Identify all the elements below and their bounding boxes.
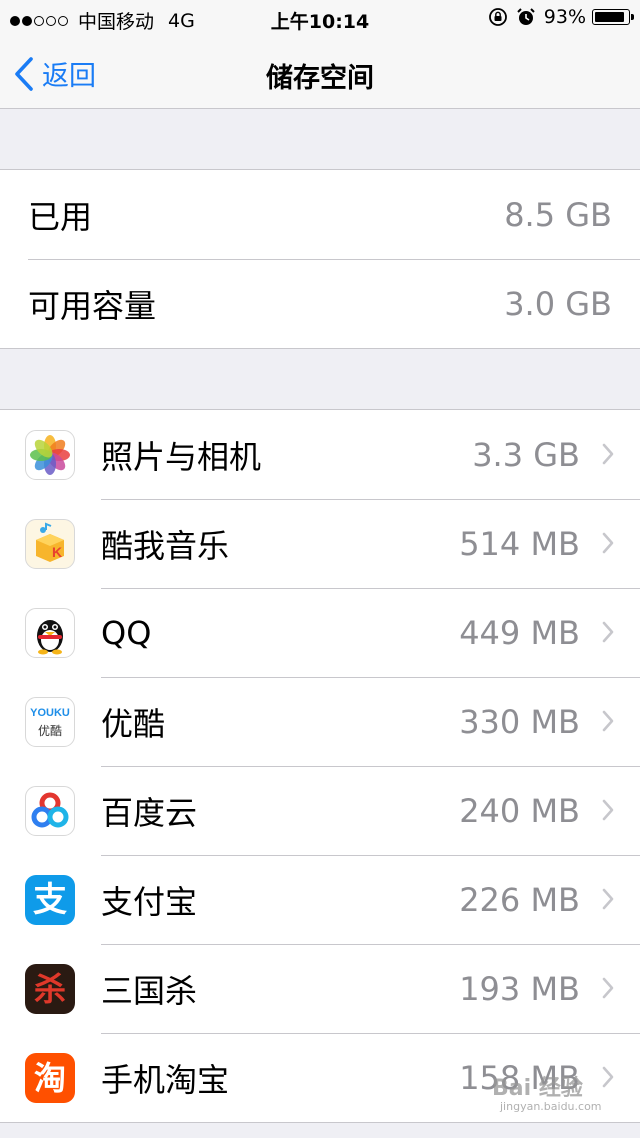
app-storage-list: 照片与相机 3.3 GB K 酷我音乐 514 MB QQ 449 MB YOU… <box>0 409 640 1123</box>
youku-icon-text-top: YOUKU <box>30 706 70 719</box>
baidu-cloud-icon <box>25 785 75 836</box>
status-bar: 中国移动 4G 上午10:14 93% <box>0 0 640 40</box>
app-size: 193 MB <box>459 969 580 1008</box>
app-size: 3.3 GB <box>472 435 580 474</box>
app-size: 240 MB <box>459 791 580 830</box>
app-row-youku[interactable]: YOUKU 优酷 优酷 330 MB <box>0 677 640 766</box>
qq-penguin-icon <box>25 607 75 658</box>
youku-icon: YOUKU 优酷 <box>25 696 75 747</box>
available-label: 可用容量 <box>28 286 157 325</box>
app-name: 手机淘宝 <box>101 1060 230 1099</box>
used-label: 已用 <box>28 197 93 236</box>
app-name: 支付宝 <box>101 882 198 921</box>
app-row-baidu-cloud[interactable]: 百度云 240 MB <box>0 766 640 855</box>
youku-icon-text-bottom: 优酷 <box>37 723 62 738</box>
app-row-kuwo[interactable]: K 酷我音乐 514 MB <box>0 499 640 588</box>
app-row-photos[interactable]: 照片与相机 3.3 GB <box>0 410 640 499</box>
app-name: 百度云 <box>101 793 198 832</box>
summary-row-available: 可用容量 3.0 GB <box>0 259 640 348</box>
app-row-alipay[interactable]: 支 支付宝 226 MB <box>0 855 640 944</box>
photos-icon <box>25 429 75 480</box>
battery-percent: 93% <box>543 6 586 28</box>
battery-fill <box>595 12 624 22</box>
chevron-right-icon <box>602 532 614 554</box>
used-value: 8.5 GB <box>504 195 612 234</box>
sanguosha-icon-text: 杀 <box>33 969 66 1008</box>
alipay-icon-text: 支 <box>33 879 67 920</box>
alipay-icon: 支 <box>25 874 75 925</box>
app-size: 330 MB <box>459 702 580 741</box>
battery-icon <box>592 9 634 25</box>
app-row-qq[interactable]: QQ 449 MB <box>0 588 640 677</box>
rotation-lock-icon <box>488 8 507 26</box>
chevron-right-icon <box>602 977 614 999</box>
chevron-right-icon <box>602 621 614 643</box>
available-value: 3.0 GB <box>504 284 612 323</box>
navigation-bar: 返回 储存空间 <box>0 40 640 109</box>
app-name: 照片与相机 <box>101 437 262 476</box>
chevron-right-icon <box>602 1066 614 1088</box>
kuwo-music-icon: K <box>25 518 75 569</box>
chevron-right-icon <box>602 443 614 465</box>
app-row-sanguosha[interactable]: 杀 三国杀 193 MB <box>0 944 640 1033</box>
app-size: 449 MB <box>459 613 580 652</box>
storage-summary-group: 已用 8.5 GB 可用容量 3.0 GB <box>0 169 640 349</box>
svg-text:K: K <box>52 544 62 560</box>
app-name: 酷我音乐 <box>101 526 230 565</box>
baidu-watermark-url: jingyan.baidu.com <box>500 1100 602 1113</box>
summary-row-used: 已用 8.5 GB <box>0 170 640 259</box>
app-name: 优酷 <box>101 704 166 743</box>
app-name: 三国杀 <box>101 971 198 1010</box>
app-name: QQ <box>101 613 152 652</box>
chevron-right-icon <box>602 799 614 821</box>
chevron-right-icon <box>602 710 614 732</box>
baidu-watermark: Bai 经验 <box>492 1076 583 1101</box>
app-size: 514 MB <box>459 524 580 563</box>
chevron-right-icon <box>602 888 614 910</box>
alarm-clock-icon <box>517 8 535 25</box>
app-size: 226 MB <box>459 880 580 919</box>
taobao-icon-text: 淘 <box>33 1058 66 1097</box>
sanguosha-icon: 杀 <box>25 963 75 1014</box>
page-title: 储存空间 <box>266 63 374 94</box>
battery-cap <box>631 14 634 20</box>
taobao-icon: 淘 <box>25 1052 75 1103</box>
status-right: 93% <box>480 6 634 28</box>
